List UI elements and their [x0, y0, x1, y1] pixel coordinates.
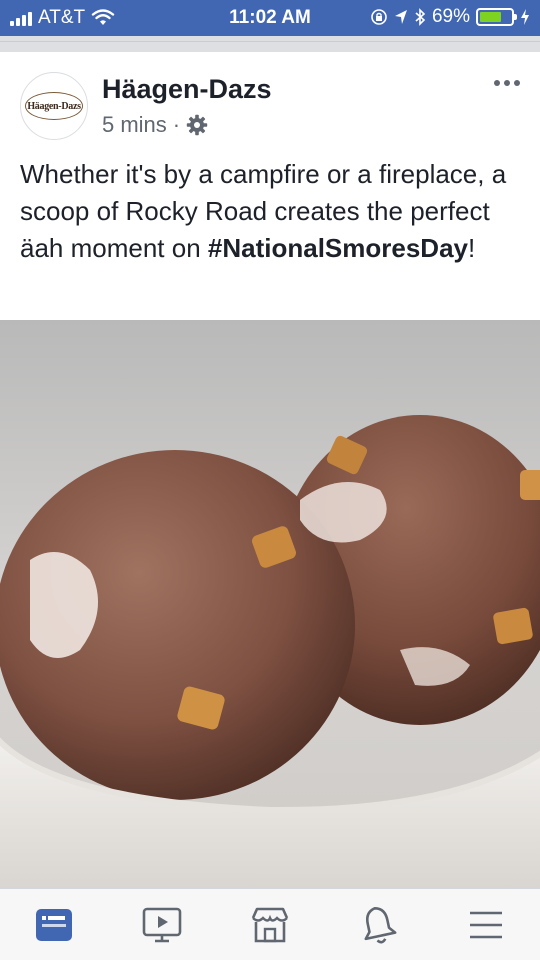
tab-news-feed[interactable]: [32, 903, 76, 947]
menu-icon: [470, 911, 502, 939]
tab-menu[interactable]: [464, 903, 508, 947]
tab-watch[interactable]: [140, 903, 184, 947]
status-right: 69%: [370, 6, 530, 28]
orientation-lock-icon: [371, 9, 387, 25]
bottom-tab-bar: [0, 888, 540, 960]
feed-post: Häagen-Dazs Häagen-Dazs 5 mins · Whether…: [0, 52, 540, 888]
gear-icon: [186, 114, 208, 136]
page-name[interactable]: Häagen-Dazs: [102, 74, 272, 105]
meta-separator: ·: [172, 112, 181, 137]
battery-icon: [476, 8, 517, 26]
more-options-button[interactable]: [494, 80, 520, 86]
post-timestamp[interactable]: 5 mins: [102, 112, 167, 138]
tab-marketplace[interactable]: [248, 903, 292, 947]
status-bar: AT&T 11:02 AM 69%: [0, 0, 540, 36]
location-icon: [394, 10, 407, 24]
charging-icon: [521, 9, 529, 25]
news-feed-icon: [36, 909, 72, 941]
bluetooth-icon: [415, 8, 426, 26]
battery-level: [480, 12, 501, 22]
video-icon: [142, 907, 182, 943]
tab-notifications[interactable]: [356, 903, 400, 947]
page-avatar[interactable]: Häagen-Dazs: [20, 72, 88, 140]
post-meta: 5 mins ·: [102, 112, 208, 138]
marketplace-icon: [251, 907, 289, 943]
post-message: Whether it's by a campfire or a fireplac…: [20, 156, 520, 267]
feed-separator: [0, 36, 540, 52]
hashtag-link[interactable]: #NationalSmoresDay: [208, 233, 468, 263]
bell-icon: [364, 907, 397, 944]
brand-logo: Häagen-Dazs: [25, 92, 83, 120]
post-message-end: !: [468, 233, 476, 263]
ice-cream-photo: [0, 320, 540, 888]
battery-percent: 69%: [431, 6, 470, 27]
post-photo[interactable]: [0, 320, 540, 888]
